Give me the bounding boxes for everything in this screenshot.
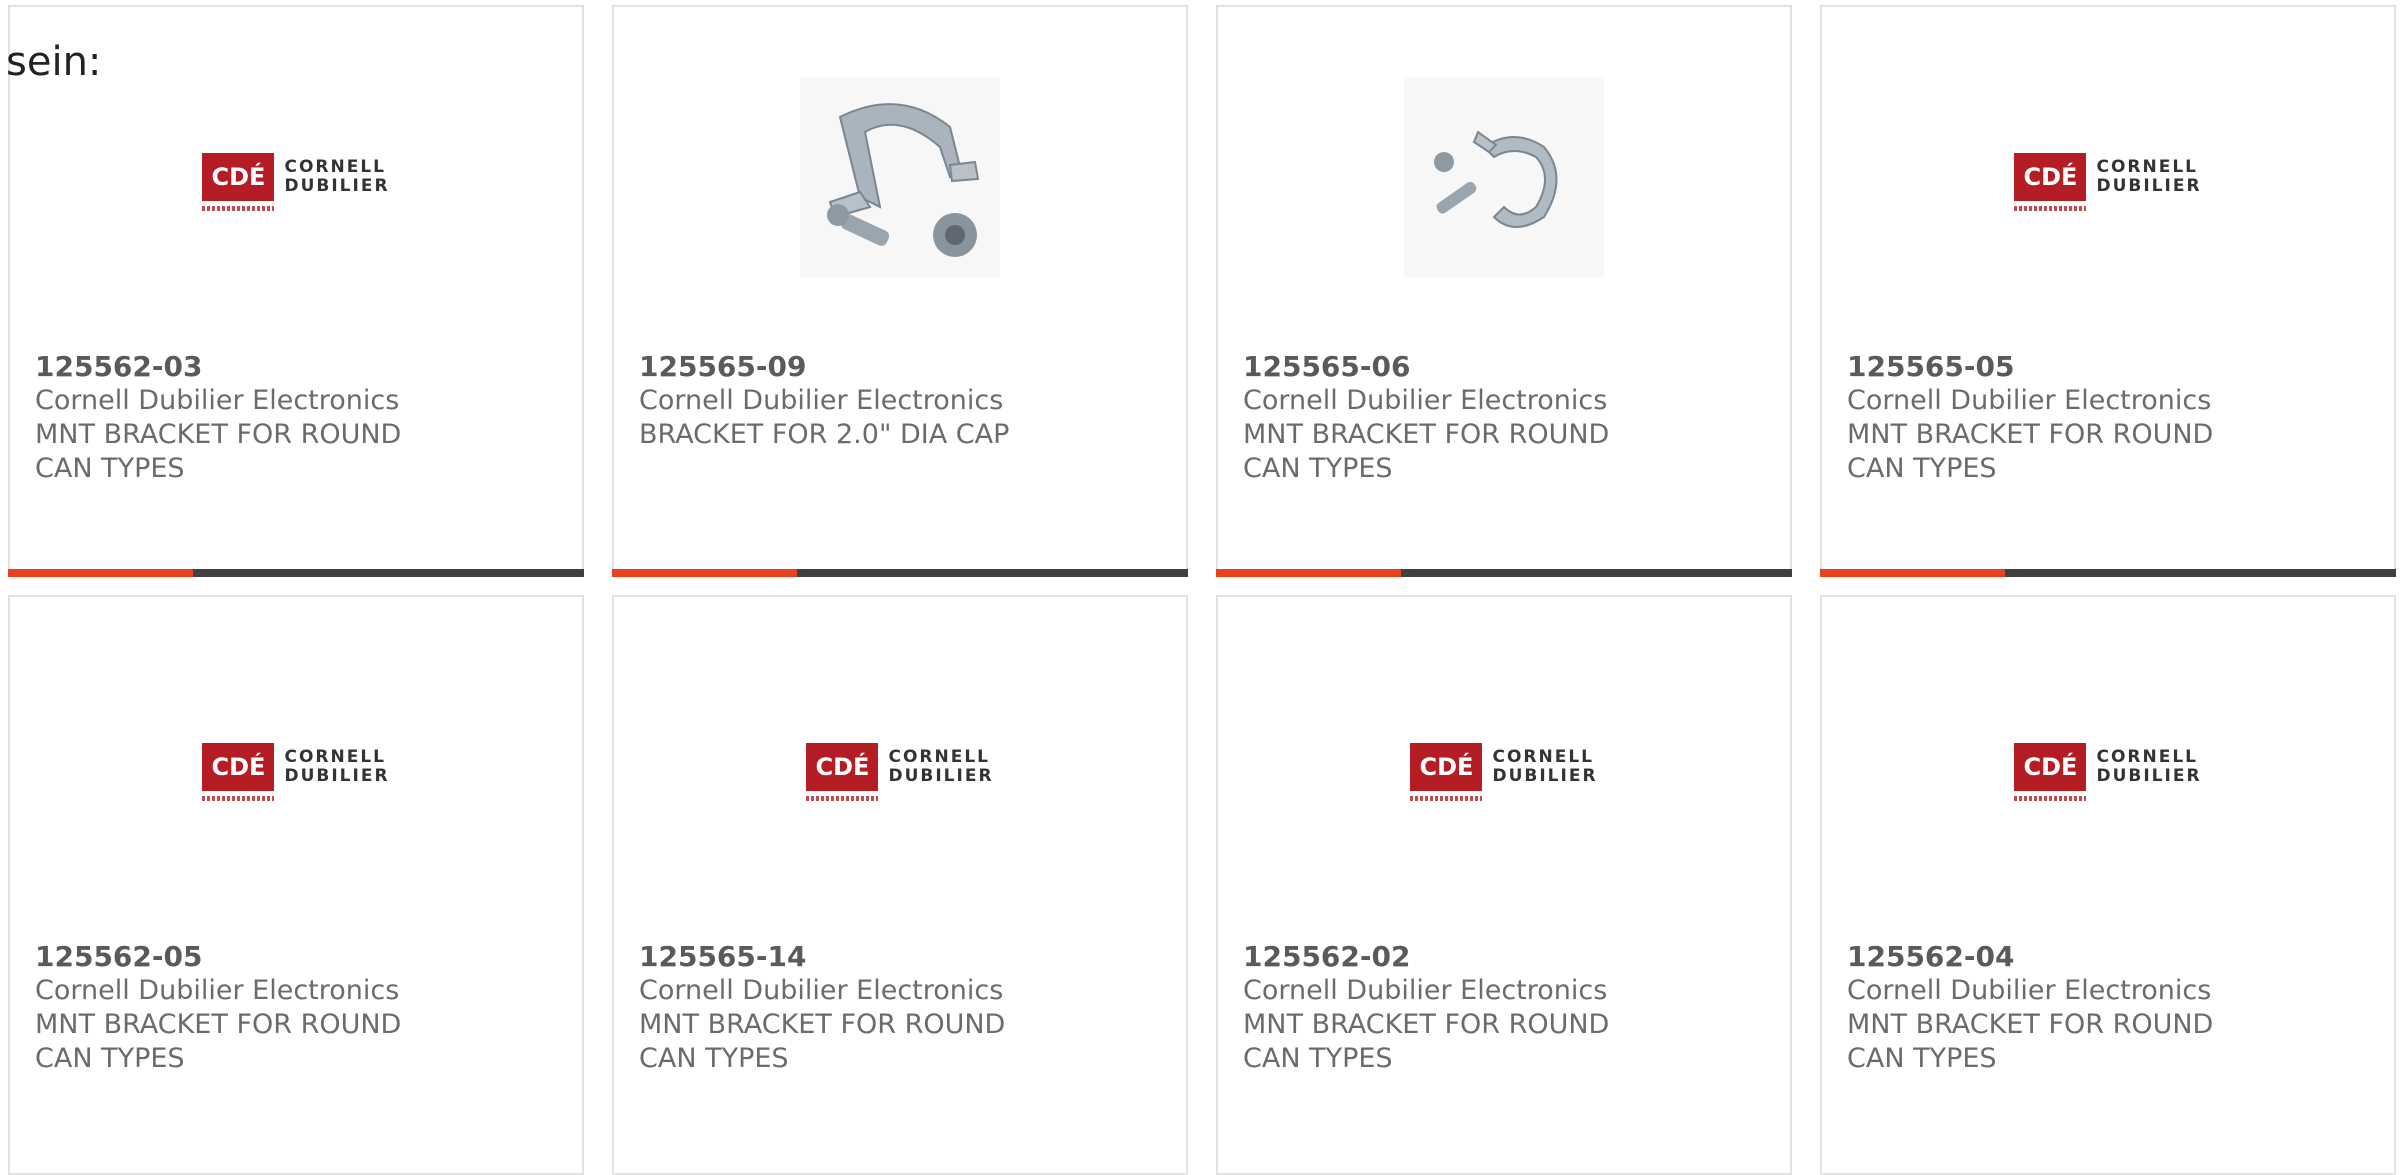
logo-word-dubilier: DUBILIER	[284, 176, 390, 196]
cde-logo-mark: CDÉ	[2014, 153, 2087, 211]
part-number-link[interactable]: 125562-05	[35, 940, 557, 974]
manufacturer-name: Cornell Dubilier Electronics	[1243, 385, 1608, 416]
product-description: MNT BRACKET FOR ROUND CAN TYPES	[1243, 419, 1610, 484]
product-thumbnail[interactable]: CDÉ CORNELL DUBILIER	[10, 67, 582, 287]
logo-word-cornell: CORNELL	[284, 157, 386, 177]
logo-word-cornell: CORNELL	[888, 747, 990, 767]
manufacturer-name: Cornell Dubilier Electronics	[35, 975, 400, 1006]
logo-word-cornell: CORNELL	[284, 747, 386, 767]
part-number-link[interactable]: 125565-14	[639, 940, 1161, 974]
part-number-link[interactable]: 125565-05	[1847, 350, 2369, 384]
clamp-photo	[1404, 77, 1604, 277]
part-number-link[interactable]: 125565-06	[1243, 350, 1765, 384]
product-thumbnail[interactable]: CDÉ CORNELL DUBILIER	[614, 657, 1186, 877]
product-thumbnail[interactable]: CDÉ CORNELL DUBILIER	[1822, 67, 2394, 287]
product-description: MNT BRACKET FOR ROUND CAN TYPES	[1243, 1009, 1610, 1074]
product-card[interactable]: CDÉ CORNELL DUBILIER 125562-03 Cornell D…	[8, 5, 584, 577]
product-thumbnail[interactable]	[614, 67, 1186, 287]
product-card[interactable]: 125565-09 Cornell Dubilier Electronics B…	[612, 5, 1188, 577]
product-description: MNT BRACKET FOR ROUND CAN TYPES	[35, 419, 402, 484]
cornell-dubilier-logo: CDÉ CORNELL DUBILIER	[2014, 153, 2202, 211]
product-card[interactable]: CDÉ CORNELL DUBILIER 125562-04 Cornell D…	[1820, 595, 2396, 1175]
card-progress-bar	[1820, 569, 2396, 577]
cde-logo-mark: CDÉ	[2014, 743, 2087, 801]
cornell-dubilier-logo: CDÉ CORNELL DUBILIER	[2014, 743, 2202, 801]
part-number-link[interactable]: 125562-02	[1243, 940, 1765, 974]
product-card[interactable]: CDÉ CORNELL DUBILIER 125565-05 Cornell D…	[1820, 5, 2396, 577]
manufacturer-name: Cornell Dubilier Electronics	[35, 385, 400, 416]
cde-logo-mark: CDÉ	[202, 153, 275, 211]
product-card[interactable]: CDÉ CORNELL DUBILIER 125565-14 Cornell D…	[612, 595, 1188, 1175]
logo-word-dubilier: DUBILIER	[2096, 176, 2202, 196]
card-progress-bar	[1216, 569, 1792, 577]
manufacturer-name: Cornell Dubilier Electronics	[639, 975, 1004, 1006]
cornell-dubilier-logo: CDÉ CORNELL DUBILIER	[202, 743, 390, 801]
logo-word-dubilier: DUBILIER	[1492, 766, 1598, 786]
card-progress-bar	[8, 569, 584, 577]
product-description: MNT BRACKET FOR ROUND CAN TYPES	[1847, 419, 2214, 484]
product-card[interactable]: 125565-06 Cornell Dubilier Electronics M…	[1216, 5, 1792, 577]
cde-logo-mark: CDÉ	[806, 743, 879, 801]
product-grid: CDÉ CORNELL DUBILIER 125562-03 Cornell D…	[0, 0, 2400, 1175]
cde-logo-mark: CDÉ	[202, 743, 275, 801]
manufacturer-name: Cornell Dubilier Electronics	[1847, 975, 2212, 1006]
product-description: MNT BRACKET FOR ROUND CAN TYPES	[35, 1009, 402, 1074]
product-card[interactable]: CDÉ CORNELL DUBILIER 125562-05 Cornell D…	[8, 595, 584, 1175]
bracket-photo	[800, 77, 1000, 277]
card-progress-bar	[612, 569, 1188, 577]
logo-word-cornell: CORNELL	[1492, 747, 1594, 767]
manufacturer-name: Cornell Dubilier Electronics	[1243, 975, 1608, 1006]
logo-word-dubilier: DUBILIER	[2096, 766, 2202, 786]
logo-word-cornell: CORNELL	[2096, 747, 2198, 767]
cornell-dubilier-logo: CDÉ CORNELL DUBILIER	[202, 153, 390, 211]
product-card[interactable]: CDÉ CORNELL DUBILIER 125562-02 Cornell D…	[1216, 595, 1792, 1175]
product-description: BRACKET FOR 2.0" DIA CAP	[639, 419, 1010, 450]
cornell-dubilier-logo: CDÉ CORNELL DUBILIER	[806, 743, 994, 801]
manufacturer-name: Cornell Dubilier Electronics	[1847, 385, 2212, 416]
part-number-link[interactable]: 125562-03	[35, 350, 557, 384]
intro-text: sein:	[6, 39, 102, 85]
logo-word-dubilier: DUBILIER	[888, 766, 994, 786]
product-thumbnail[interactable]: CDÉ CORNELL DUBILIER	[1822, 657, 2394, 877]
part-number-link[interactable]: 125565-09	[639, 350, 1161, 384]
logo-word-cornell: CORNELL	[2096, 157, 2198, 177]
manufacturer-name: Cornell Dubilier Electronics	[639, 385, 1004, 416]
product-thumbnail[interactable]: CDÉ CORNELL DUBILIER	[10, 657, 582, 877]
product-description: MNT BRACKET FOR ROUND CAN TYPES	[1847, 1009, 2214, 1074]
product-thumbnail[interactable]	[1218, 67, 1790, 287]
logo-word-dubilier: DUBILIER	[284, 766, 390, 786]
part-number-link[interactable]: 125562-04	[1847, 940, 2369, 974]
product-description: MNT BRACKET FOR ROUND CAN TYPES	[639, 1009, 1006, 1074]
product-thumbnail[interactable]: CDÉ CORNELL DUBILIER	[1218, 657, 1790, 877]
cde-logo-mark: CDÉ	[1410, 743, 1483, 801]
cornell-dubilier-logo: CDÉ CORNELL DUBILIER	[1410, 743, 1598, 801]
